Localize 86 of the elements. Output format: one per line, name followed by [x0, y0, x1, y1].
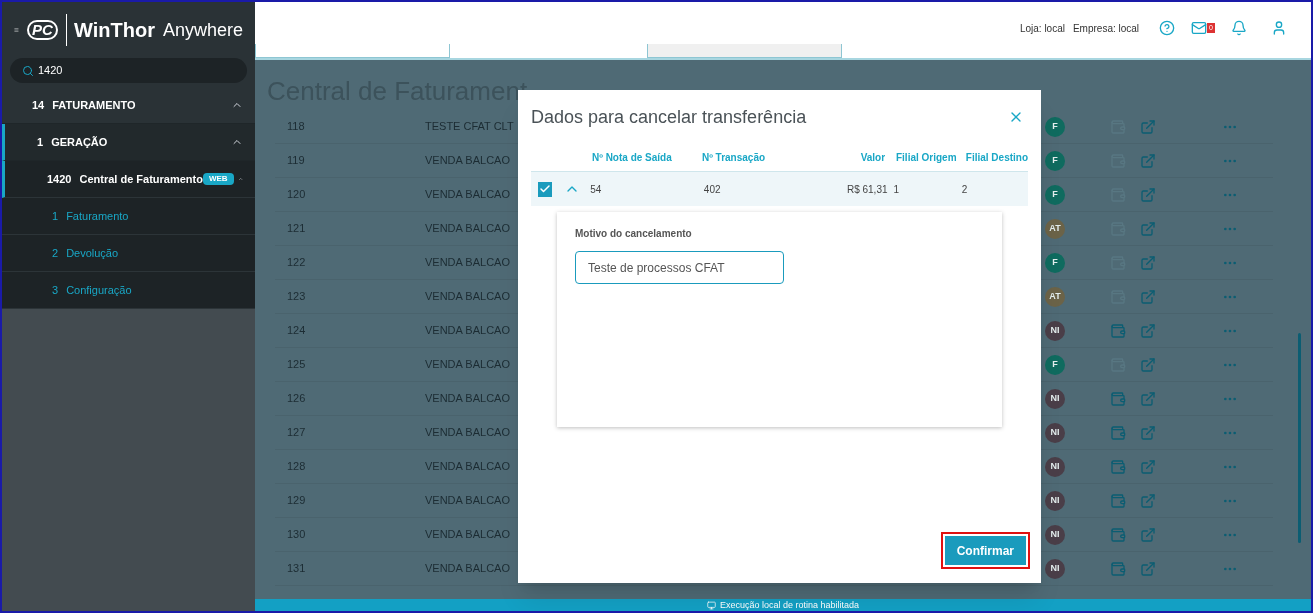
logo: PC — [26, 20, 58, 40]
mail-icon[interactable] — [1191, 20, 1208, 36]
column-header: Filial Origem — [895, 151, 957, 165]
external-link-icon[interactable] — [1140, 560, 1156, 577]
web-badge: WEB — [202, 173, 234, 185]
wallet-icon[interactable] — [1110, 492, 1126, 509]
table-cell-text: 128 — [287, 459, 306, 475]
table-cell-text: 131 — [287, 561, 306, 577]
table-cell-text: 1 — [893, 182, 901, 197]
wallet-icon[interactable] — [1110, 322, 1126, 339]
table-cell-text: VENDA BALCAO — [425, 493, 510, 509]
reason-field[interactable]: Teste de processos CFAT — [575, 251, 784, 284]
wallet-icon[interactable] — [1110, 424, 1126, 441]
external-link-icon[interactable] — [1140, 152, 1156, 169]
table-cell-text: VENDA BALCAO — [425, 459, 510, 475]
menu-item[interactable]: 2 Devolução — [2, 235, 255, 272]
dialog-title: Dados para cancelar transferência — [531, 105, 807, 129]
wallet-icon[interactable] — [1110, 526, 1126, 543]
menu-item[interactable]: 1420 Central de Faturamento WEB — [2, 161, 255, 198]
table-cell-text: VENDA BALCAO — [425, 527, 510, 543]
external-link-icon[interactable] — [1140, 118, 1156, 135]
external-link-icon[interactable] — [1140, 458, 1156, 475]
column-header: Filial Destino — [964, 151, 1028, 165]
table-cell-text: 124 — [287, 323, 306, 339]
table-cell-text: VENDA BALCAO — [425, 221, 510, 237]
table-cell-text: VENDA BALCAO — [425, 357, 510, 373]
input-field[interactable] — [647, 44, 842, 58]
field-label: Motivo do cancelamento — [575, 227, 693, 241]
external-link-icon[interactable] — [1140, 390, 1156, 407]
menu-item[interactable]: 3 Configuração — [2, 272, 255, 309]
external-link-icon[interactable] — [1140, 322, 1156, 339]
table-cell-text: TESTE CFAT CLT — [425, 119, 514, 135]
table-cell-text: R$ 61,31 — [845, 182, 889, 197]
external-link-icon[interactable] — [1140, 220, 1156, 237]
table-cell-text: 130 — [287, 527, 306, 543]
external-link-icon[interactable] — [1140, 424, 1156, 441]
table-cell-text: VENDA BALCAO — [425, 561, 510, 577]
monitor-icon — [706, 600, 716, 610]
menu-item[interactable]: 1 Faturamento — [2, 198, 255, 235]
search-field[interactable]: 1420 — [10, 58, 247, 83]
status-text: Execução local de rotina habilitada — [719, 600, 860, 610]
app-title: WinThor — [74, 18, 155, 43]
wallet-icon[interactable] — [1110, 458, 1126, 475]
external-link-icon[interactable] — [1140, 492, 1156, 509]
company-label: Empresa: local — [1072, 21, 1140, 36]
table-cell-text: 120 — [287, 187, 306, 203]
table-cell-text: 119 — [287, 153, 305, 169]
table-cell-text: VENDA BALCAO — [425, 425, 510, 441]
external-link-icon[interactable] — [1140, 356, 1156, 373]
column-header: Nº Nota de Saída — [592, 151, 673, 165]
table-cell-text: 126 — [287, 391, 306, 407]
scrollbar[interactable] — [1298, 333, 1301, 543]
menu-item[interactable]: 14 FATURAMENTO — [2, 87, 255, 124]
table-cell-text: VENDA BALCAO — [425, 323, 510, 339]
table-cell-text: 123 — [287, 289, 306, 305]
table-cell-text: VENDA BALCAO — [425, 187, 510, 203]
store-label: Loja: local — [1019, 21, 1065, 36]
table-cell-text: 125 — [287, 357, 306, 373]
external-link-icon[interactable] — [1140, 288, 1156, 305]
table-cell-text: 2 — [961, 182, 969, 197]
checkbox[interactable] — [538, 181, 553, 197]
external-link-icon[interactable] — [1140, 254, 1156, 271]
table-cell-text: 402 — [703, 182, 722, 197]
table-cell-text: VENDA BALCAO — [425, 153, 510, 169]
table-cell-text: 127 — [287, 425, 306, 441]
column-header: Nº Transação — [701, 151, 767, 165]
app-subtitle: Anywhere — [162, 18, 243, 42]
help-icon[interactable] — [1159, 20, 1176, 36]
menu-item[interactable]: 1 GERAÇÃO — [2, 124, 255, 161]
external-link-icon[interactable] — [1140, 186, 1156, 203]
column-header: Valor — [859, 151, 886, 165]
table-cell-text: VENDA BALCAO — [425, 255, 510, 271]
table-cell-text: 121 — [287, 221, 306, 237]
user-icon[interactable] — [1271, 20, 1287, 36]
search-icon — [22, 64, 34, 77]
table-cell-text: 118 — [287, 119, 305, 135]
bell-icon[interactable] — [1231, 20, 1247, 36]
table-cell-text: 122 — [287, 255, 306, 271]
table-cell-text: VENDA BALCAO — [425, 289, 510, 305]
table-cell-text: 129 — [287, 493, 306, 509]
input-field[interactable] — [255, 44, 450, 58]
table-cell-text: 54 — [590, 182, 603, 197]
table-cell-text: VENDA BALCAO — [425, 391, 510, 407]
external-link-icon[interactable] — [1140, 526, 1156, 543]
wallet-icon[interactable] — [1110, 560, 1126, 577]
wallet-icon[interactable] — [1110, 390, 1126, 407]
